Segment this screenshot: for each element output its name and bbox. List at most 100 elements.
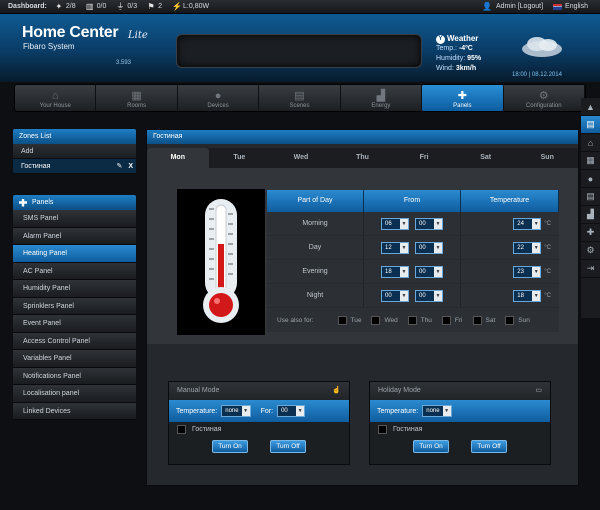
tab-sat[interactable]: Sat: [455, 148, 517, 168]
panel-item-variables[interactable]: Variables Panel: [13, 350, 136, 368]
house-icon: ⌂: [51, 90, 59, 102]
flag-icon: ⚑: [147, 1, 155, 11]
chevron-down-icon: ▼: [400, 242, 408, 253]
hour-select[interactable]: 18 ▼: [381, 265, 409, 278]
panels-list: Panels SMS Panel Alarm Panel Heating Pan…: [13, 195, 136, 420]
manual-room-checkbox[interactable]: [177, 424, 186, 434]
tab-wed[interactable]: Wed: [270, 148, 332, 168]
hour-select[interactable]: 06 ▼: [381, 217, 409, 230]
brand-subtitle: Fibaro System: [23, 42, 75, 51]
tab-tue[interactable]: Tue: [209, 148, 271, 168]
panel-item-linked-devices[interactable]: Linked Devices: [13, 402, 136, 420]
panel-item-sms[interactable]: SMS Panel: [13, 210, 136, 228]
add-zone-button[interactable]: Add: [13, 144, 136, 159]
table-row: Evening 18 ▼ 00 ▼ 23 ▼ °C: [267, 260, 559, 284]
power-stat[interactable]: ⚡ L:0,80W: [172, 2, 209, 11]
temperature-select[interactable]: 22 ▼: [513, 241, 542, 254]
delete-icon[interactable]: X: [128, 159, 133, 174]
gear-icon: ⚙: [538, 90, 549, 102]
nav-your-house[interactable]: ⌂ Your House: [15, 85, 97, 111]
panel-item-alarm[interactable]: Alarm Panel: [13, 227, 136, 245]
minute-select[interactable]: 00 ▼: [415, 289, 443, 302]
unit-label: °C: [544, 244, 551, 251]
minute-select[interactable]: 00 ▼: [415, 241, 443, 254]
panel-item-humidity[interactable]: Humidity Panel: [13, 280, 136, 298]
blinds-stat[interactable]: ▥ 0/0: [85, 1, 107, 11]
holiday-room-checkbox[interactable]: [378, 424, 387, 434]
edit-icon[interactable]: ✎: [116, 159, 122, 174]
weather-wind: 3km/h: [455, 65, 477, 72]
panel-item-access-control[interactable]: Access Control Panel: [13, 332, 136, 350]
panel-item-ac[interactable]: AC Panel: [13, 262, 136, 280]
suitcase-icon: ▭: [535, 387, 542, 394]
temperature-select[interactable]: 18 ▼: [513, 289, 542, 302]
schedule-area: Part of Day From Temperature Morning 06 ▼…: [147, 168, 578, 344]
lights-stat[interactable]: ✦ 2/8: [55, 2, 76, 11]
panel-item-heating[interactable]: Heating Panel: [13, 245, 136, 263]
rooms-icon[interactable]: ▦: [581, 152, 600, 170]
puzzle-icon: [19, 198, 27, 207]
zones-title: Zones List: [13, 129, 136, 144]
checkbox-fri[interactable]: [441, 315, 451, 325]
chevron-down-icon: ▼: [434, 290, 442, 301]
manual-temperature-select[interactable]: none ▼: [221, 405, 251, 417]
temperature-select[interactable]: 23 ▼: [513, 265, 542, 278]
panel-item-localisation[interactable]: Localisation panel: [13, 385, 136, 403]
manual-duration-select[interactable]: 00 ▼: [277, 405, 306, 417]
puzzle-icon: ✚: [457, 90, 467, 102]
checkbox-tue[interactable]: [337, 315, 347, 325]
user-menu[interactable]: 👤 Admin [Logout]: [482, 2, 543, 11]
checkbox-wed[interactable]: [371, 315, 381, 325]
manual-turn-off-button[interactable]: Turn Off: [270, 440, 306, 453]
minute-select[interactable]: 00 ▼: [415, 265, 443, 278]
holiday-turn-on-button[interactable]: Turn On: [413, 440, 449, 453]
tab-sun[interactable]: Sun: [516, 148, 578, 168]
checkbox-sun[interactable]: [505, 315, 515, 325]
minute-select[interactable]: 00 ▼: [415, 217, 443, 230]
gear-icon[interactable]: ⚙: [581, 242, 600, 260]
chevron-down-icon: ▼: [532, 218, 541, 229]
panel-item-sprinklers[interactable]: Sprinklers Panel: [13, 297, 136, 315]
manual-turn-on-button[interactable]: Turn On: [212, 440, 248, 453]
house-icon[interactable]: ⌂: [581, 134, 600, 152]
tab-fri[interactable]: Fri: [393, 148, 455, 168]
tab-thu[interactable]: Thu: [332, 148, 394, 168]
nav-panels[interactable]: ✚ Panels: [422, 85, 504, 111]
table-row: Day 12 ▼ 00 ▼ 22 ▼ °C: [267, 236, 559, 260]
scenes-icon[interactable]: ▤: [581, 188, 600, 206]
nav-rooms[interactable]: ▦ Rooms: [96, 85, 178, 111]
hour-select[interactable]: 12 ▼: [381, 241, 409, 254]
hour-select[interactable]: 00 ▼: [381, 289, 409, 302]
nav-devices[interactable]: ● Devices: [178, 85, 260, 111]
scenes-icon: ▤: [294, 90, 305, 102]
puzzle-icon[interactable]: ✚: [581, 224, 600, 242]
holiday-temperature-select[interactable]: none ▼: [422, 405, 452, 417]
panel-item-notifications[interactable]: Notifications Panel: [13, 367, 136, 385]
nav-configuration[interactable]: ⚙ Configuration: [504, 85, 585, 111]
nav-scenes[interactable]: ▤ Scenes: [259, 85, 341, 111]
panel-item-event[interactable]: Event Panel: [13, 315, 136, 333]
unit-label: °C: [544, 220, 551, 227]
user-icon: 👤: [481, 2, 492, 11]
scroll-up-icon[interactable]: ▲: [581, 98, 600, 116]
blind-icon: ▥: [85, 1, 94, 11]
plugs-stat[interactable]: ⏚ 0/3: [116, 2, 137, 11]
checkbox-thu[interactable]: [407, 315, 417, 325]
tab-mon[interactable]: Mon: [147, 148, 209, 168]
checkbox-sat[interactable]: [472, 315, 482, 325]
logout-icon[interactable]: ⇥: [581, 260, 600, 278]
yahoo-weather-icon: Y: [436, 34, 445, 44]
holiday-turn-off-button[interactable]: Turn Off: [471, 440, 507, 453]
alarms-stat[interactable]: ⚑ 2: [147, 1, 163, 11]
language-selector[interactable]: English: [553, 3, 588, 10]
energy-icon[interactable]: ▟: [581, 206, 600, 224]
right-toolbar: ▲ ▤ ⌂ ▦ ● ▤ ▟ ✚ ⚙ ⇥: [581, 98, 600, 318]
clipboard-icon[interactable]: ▤: [581, 116, 600, 134]
zone-item-selected[interactable]: Гостиная ✎ X: [13, 159, 136, 174]
chevron-down-icon: ▼: [532, 242, 541, 253]
bulb-icon[interactable]: ●: [581, 170, 600, 188]
nav-energy[interactable]: ▟ Energy: [341, 85, 423, 111]
table-row: Night 00 ▼ 00 ▼ 18 ▼ °C: [267, 284, 559, 308]
temperature-select[interactable]: 24 ▼: [513, 217, 542, 230]
heating-panel: Гостиная Mon Tue Wed Thu Fri Sat Sun Par…: [146, 129, 579, 486]
